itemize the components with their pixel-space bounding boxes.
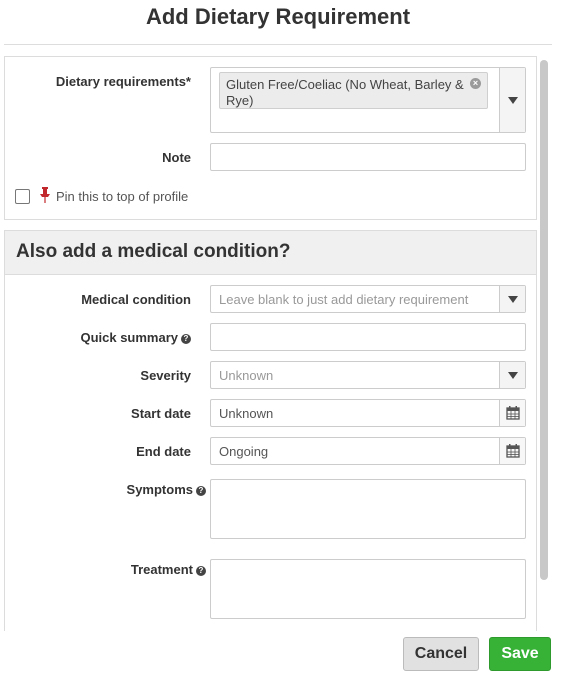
medical-condition-placeholder: Leave blank to just add dietary requirem… [219,292,469,307]
cancel-button[interactable]: Cancel [403,637,479,671]
medical-section-heading: Also add a medical condition? [16,241,291,262]
caret-down-icon [508,97,518,104]
question-circle-icon[interactable]: ? [196,566,206,576]
dietary-panel: Dietary requirements* Gluten Free/Coelia… [4,56,537,220]
start-date-input[interactable]: Unknown [210,399,526,427]
form-scrollbar[interactable] [540,60,548,580]
note-label: Note [162,150,191,165]
title-divider [4,44,552,45]
treatment-textarea[interactable] [210,559,526,619]
dietary-dropdown-toggle[interactable] [499,68,525,132]
end-date-value: Ongoing [219,444,269,459]
medical-condition-panel: Also add a medical condition? Medical co… [4,230,537,631]
calendar-icon [506,444,520,458]
dietary-requirements-label: Dietary requirements* [55,74,191,89]
symptoms-textarea[interactable] [210,479,526,539]
note-input[interactable] [210,143,526,171]
pin-icon [40,187,50,203]
end-date-calendar-button[interactable] [499,438,525,464]
pin-label[interactable]: Pin this to top of profile [56,189,188,204]
pin-checkbox[interactable] [15,189,30,204]
symptoms-label-text: Symptoms [126,482,193,497]
form-scroll-area[interactable]: Dietary requirements* Gluten Free/Coelia… [4,56,552,631]
end-date-input[interactable]: Ongoing [210,437,526,465]
caret-down-icon [508,296,518,303]
caret-down-icon [508,372,518,379]
save-button[interactable]: Save [489,637,551,671]
medical-condition-label: Medical condition [81,292,191,307]
start-date-calendar-button[interactable] [499,400,525,426]
severity-select[interactable]: Unknown [210,361,526,389]
calendar-icon [506,406,520,420]
medical-section-header: Also add a medical condition? [5,231,536,275]
quick-summary-input[interactable] [210,323,526,351]
dietary-requirements-select[interactable]: Gluten Free/Coeliac (No Wheat, Barley & … [210,67,526,133]
treatment-label: Treatment? [131,562,206,577]
start-date-value: Unknown [219,406,274,421]
medical-condition-dropdown-toggle[interactable] [499,286,525,312]
end-date-label: End date [136,444,191,459]
dialog-title: Add Dietary Requirement [145,4,411,29]
start-date-label: Start date [131,406,191,421]
quick-summary-label: Quick summary? [80,330,191,345]
quick-summary-label-text: Quick summary [80,330,178,345]
question-circle-icon[interactable]: ? [196,486,206,496]
severity-dropdown-toggle[interactable] [499,362,525,388]
treatment-label-text: Treatment [130,562,193,577]
symptoms-label: Symptoms? [127,482,206,497]
question-circle-icon[interactable]: ? [181,334,191,344]
remove-tag-icon[interactable]: × [470,78,481,89]
dietary-tag-label: Gluten Free/Coeliac (No Wheat, Barley & … [226,77,464,108]
severity-value: Unknown [219,368,274,383]
selected-dietary-tag: Gluten Free/Coeliac (No Wheat, Barley & … [219,72,488,109]
severity-label: Severity [140,368,191,383]
medical-condition-select[interactable]: Leave blank to just add dietary requirem… [210,285,526,313]
